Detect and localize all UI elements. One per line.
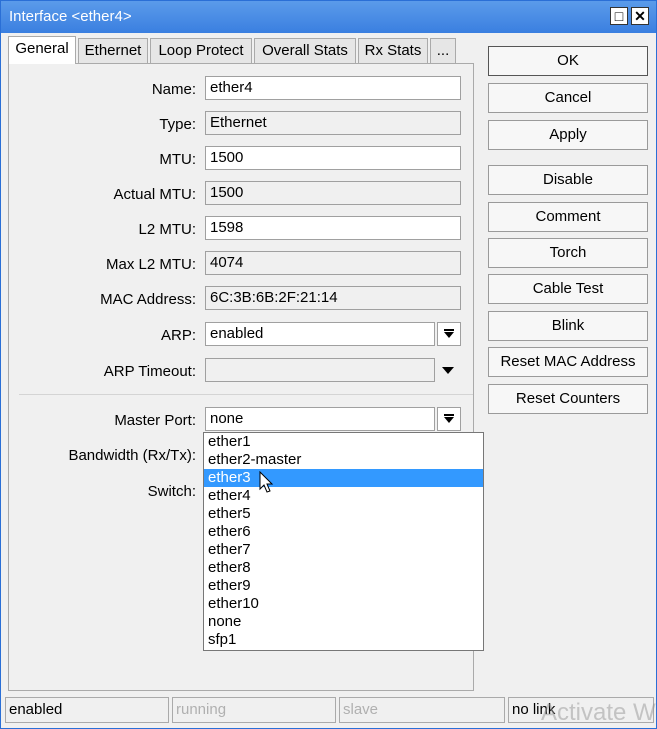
tab-overall-stats[interactable]: Overall Stats xyxy=(254,38,356,63)
arp-label: ARP: xyxy=(160,327,196,344)
arp-timeout-label: ARP Timeout: xyxy=(103,363,196,380)
max-l2-mtu-label: Max L2 MTU: xyxy=(105,256,196,273)
dropdown-option-selected[interactable]: ether3 xyxy=(204,469,483,487)
blink-button[interactable]: Blink xyxy=(488,311,648,341)
dropdown-option[interactable]: ether6 xyxy=(204,523,483,541)
apply-button[interactable]: Apply xyxy=(488,120,648,150)
l2-mtu-label: L2 MTU: xyxy=(138,221,196,238)
name-label: Name: xyxy=(151,81,196,98)
close-icon[interactable]: ✕ xyxy=(631,7,649,25)
tab-loop-protect[interactable]: Loop Protect xyxy=(150,38,252,63)
dropdown-option[interactable]: ether8 xyxy=(204,559,483,577)
status-enabled: enabled xyxy=(5,697,169,723)
mtu-field[interactable]: 1500 xyxy=(205,146,461,170)
tab-rx-stats[interactable]: Rx Stats xyxy=(358,38,428,63)
reset-counters-button[interactable]: Reset Counters xyxy=(488,384,648,414)
type-field: Ethernet xyxy=(205,111,461,135)
status-slave: slave xyxy=(339,697,505,723)
l2-mtu-field[interactable]: 1598 xyxy=(205,216,461,240)
torch-button[interactable]: Torch xyxy=(488,238,648,268)
tab-more[interactable]: ... xyxy=(430,38,456,63)
interface-window: Interface <ether4> □ ✕ General Ethernet … xyxy=(0,0,657,729)
dropdown-option[interactable]: sfp1 xyxy=(204,631,483,649)
status-running: running xyxy=(172,697,336,723)
mac-address-field: 6C:3B:6B:2F:21:14 xyxy=(205,286,461,310)
title-bar[interactable]: Interface <ether4> □ ✕ xyxy=(1,1,656,33)
maximize-icon[interactable]: □ xyxy=(610,7,628,25)
dropdown-option[interactable]: none xyxy=(204,613,483,631)
max-l2-mtu-field: 4074 xyxy=(205,251,461,275)
section-divider xyxy=(19,394,473,395)
tab-general[interactable]: General xyxy=(8,36,76,64)
activate-windows-watermark: Activate W xyxy=(541,699,656,726)
master-port-dropdown-list: ether1 ether2-master ether3 ether4 ether… xyxy=(203,432,484,651)
ok-button[interactable]: OK xyxy=(488,46,648,76)
cable-test-button[interactable]: Cable Test xyxy=(488,274,648,304)
dropdown-option[interactable]: ether1 xyxy=(204,433,483,451)
window-title: Interface <ether4> xyxy=(9,8,132,25)
mac-address-label: MAC Address: xyxy=(100,291,196,308)
switch-label: Switch: xyxy=(147,483,196,500)
arp-timeout-chevron-icon[interactable] xyxy=(442,367,454,374)
dropdown-option[interactable]: ether4 xyxy=(204,487,483,505)
mouse-cursor-icon xyxy=(259,471,274,493)
comment-button[interactable]: Comment xyxy=(488,202,648,232)
cancel-button[interactable]: Cancel xyxy=(488,83,648,113)
dropdown-option[interactable]: ether7 xyxy=(204,541,483,559)
actual-mtu-label: Actual MTU: xyxy=(113,186,196,203)
dropdown-option[interactable]: ether10 xyxy=(204,595,483,613)
actual-mtu-field: 1500 xyxy=(205,181,461,205)
arp-select[interactable]: enabled xyxy=(205,322,435,346)
dropdown-option[interactable]: ether5 xyxy=(204,505,483,523)
type-label: Type: xyxy=(159,116,196,133)
arp-dropdown-icon[interactable] xyxy=(437,322,461,346)
master-port-select[interactable]: none xyxy=(205,407,435,431)
dropdown-option[interactable]: ether9 xyxy=(204,577,483,595)
name-field[interactable]: ether4 xyxy=(205,76,461,100)
bandwidth-label: Bandwidth (Rx/Tx): xyxy=(68,447,196,464)
master-port-label: Master Port: xyxy=(114,412,196,429)
dropdown-option[interactable]: ether2-master xyxy=(204,451,483,469)
tab-ethernet[interactable]: Ethernet xyxy=(78,38,148,63)
master-port-dropdown-icon[interactable] xyxy=(437,407,461,431)
disable-button[interactable]: Disable xyxy=(488,165,648,195)
mtu-label: MTU: xyxy=(159,151,196,168)
arp-timeout-field[interactable] xyxy=(205,358,435,382)
reset-mac-address-button[interactable]: Reset MAC Address xyxy=(488,347,648,377)
